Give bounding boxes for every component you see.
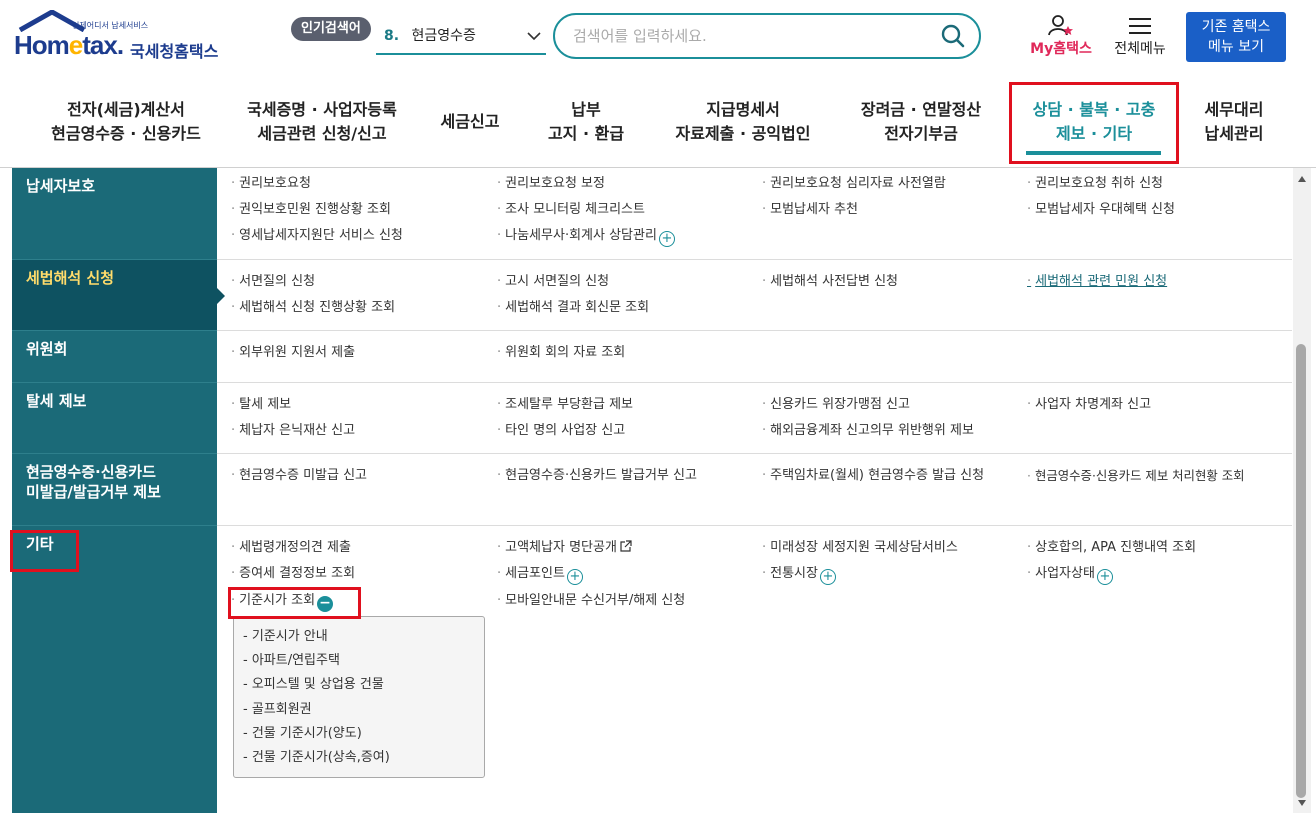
gnb-tax-agent[interactable]: 세무대리 납세관리	[1188, 98, 1280, 146]
menu-link[interactable]: · 조사 모니터링 체크리스트	[497, 201, 645, 219]
hamburger-icon	[1129, 18, 1151, 34]
mega-menu-panel: 납세자보호 세법해석 신청 위원회 탈세 제보 현금영수증·신용카드 미발급/발급…	[10, 168, 1292, 813]
menu-link[interactable]: · 신용카드 위장가맹점 신고	[762, 396, 910, 414]
menu-link[interactable]: · 고액체납자 명단공개	[497, 539, 632, 557]
gnb-payment[interactable]: 납부 고지 · 환급	[536, 98, 636, 146]
category-tax-interpretation[interactable]: 세법해석 신청	[12, 260, 225, 331]
expand-plus-icon[interactable]: +	[658, 231, 675, 247]
legacy-btn-line2: 메뉴 보기	[1208, 39, 1264, 55]
menu-link[interactable]: · 권익보호민원 진행상황 조회	[231, 201, 391, 219]
user-star-icon	[1048, 15, 1073, 36]
search-box	[553, 13, 981, 59]
submenu-item[interactable]: - 건물 기준시가(양도)	[243, 722, 484, 746]
menu-link[interactable]: · 탈세 제보	[231, 396, 291, 414]
menu-link[interactable]: · 모범납세자 우대혜택 신청	[1027, 201, 1175, 219]
menu-link[interactable]: · 사업자 차명계좌 신고	[1027, 396, 1151, 414]
my-hometax-label: My홈택스	[1030, 41, 1092, 57]
row-divider	[217, 382, 1292, 383]
vertical-scrollbar[interactable]	[1293, 168, 1311, 813]
category-column: 납세자보호 세법해석 신청 위원회 탈세 제보 현금영수증·신용카드 미발급/발급…	[12, 168, 225, 813]
menu-link[interactable]: · 영세납세자지원단 서비스 신청	[231, 227, 403, 245]
category-receipt-report[interactable]: 현금영수증·신용카드 미발급/발급거부 제보	[12, 454, 217, 526]
menu-link[interactable]: · 권리보호요청 취하 신청	[1027, 175, 1163, 193]
row-divider	[217, 330, 1292, 331]
search-icon[interactable]	[941, 24, 965, 48]
all-menu-button[interactable]: 전체메뉴	[1108, 14, 1172, 64]
submenu-item[interactable]: - 건물 기준시가(상속,증여)	[243, 746, 484, 770]
menu-link[interactable]: · 주택임차료(월세) 현금영수증 발급 신청	[762, 467, 984, 485]
submenu-item[interactable]: - 골프회원권	[243, 698, 484, 722]
popular-search-select[interactable]: 8. 현금영수증	[376, 22, 546, 55]
menu-link[interactable]: · 세법해석 사전답변 신청	[762, 273, 898, 291]
menu-link[interactable]: · 세법해석 신청 진행상황 조회	[231, 299, 395, 317]
expand-plus-icon[interactable]: +	[566, 569, 583, 585]
highlight-box-gnb	[1009, 82, 1179, 164]
menu-link[interactable]: · 위원회 회의 자료 조회	[497, 344, 625, 362]
menu-link[interactable]: · 서면질의 신청	[231, 273, 315, 291]
menu-link[interactable]: · 전통시장 +	[762, 565, 836, 585]
gnb-statements[interactable]: 지급명세서 자료제출 · 공익법인	[660, 98, 826, 146]
menu-link[interactable]: · 타인 명의 사업장 신고	[497, 422, 625, 440]
scroll-down-arrow-icon[interactable]	[1298, 800, 1306, 806]
gnb-incentives[interactable]: 장려금 · 연말정산 전자기부금	[845, 98, 997, 146]
row-divider	[217, 259, 1292, 260]
menu-link[interactable]: · 세법령개정의견 제출	[231, 539, 351, 557]
menu-link[interactable]: · 세법해석 결과 회신문 조회	[497, 299, 649, 317]
submenu-item[interactable]: - 오피스텔 및 상업용 건물	[243, 673, 484, 697]
popular-search-badge: 인기검색어	[291, 17, 371, 41]
menu-link[interactable]: · 현금영수증·신용카드 제보 처리현황 조회	[1027, 467, 1245, 485]
menu-link[interactable]: · 체납자 은닉재산 신고	[231, 422, 355, 440]
popular-rank: 8.	[384, 28, 400, 44]
menu-link[interactable]: · 모범납세자 추천	[762, 201, 858, 219]
row-divider	[217, 525, 1292, 526]
standard-price-submenu: - 기준시가 안내 - 아파트/연립주택 - 오피스텔 및 상업용 건물 - 골…	[233, 616, 485, 778]
logo-brand-kr: 국세청홈택스	[130, 42, 219, 61]
search-input[interactable]	[573, 25, 933, 47]
expand-plus-icon[interactable]: +	[819, 569, 836, 585]
menu-link[interactable]: · 조세탈루 부당환급 제보	[497, 396, 633, 414]
active-arrow	[217, 288, 225, 304]
hometax-logo[interactable]: 언제어디서 납세서비스 Hometax. 국세청홈택스	[14, 10, 234, 66]
row-divider	[217, 453, 1292, 454]
highlight-box-standard-price	[228, 587, 361, 619]
category-taxpayer-protection[interactable]: 납세자보호	[12, 168, 217, 260]
scrollbar-thumb[interactable]	[1296, 344, 1306, 798]
header: 언제어디서 납세서비스 Hometax. 국세청홈택스 인기검색어 8. 현금영…	[0, 0, 1316, 168]
menu-link[interactable]: · 권리보호요청 심리자료 사전열람	[762, 175, 946, 193]
menu-link[interactable]: · 상호합의, APA 진행내역 조회	[1027, 539, 1196, 557]
external-link-icon	[620, 540, 632, 552]
menu-link[interactable]: · 증여세 결정정보 조회	[231, 565, 355, 583]
menu-link-underlined[interactable]: · 세법해석 관련 민원 신청	[1027, 273, 1167, 291]
my-hometax-button[interactable]: My홈택스	[1024, 14, 1098, 64]
scroll-up-arrow-icon[interactable]	[1298, 176, 1306, 182]
gnb-certificates[interactable]: 국세증명 · 사업자등록 세금관련 신청/신고	[224, 98, 420, 146]
menu-link[interactable]: · 고시 서면질의 신청	[497, 273, 609, 291]
submenu-item[interactable]: - 아파트/연립주택	[243, 649, 484, 673]
menu-link[interactable]: · 모바일안내문 수신거부/해제 신청	[497, 592, 685, 610]
highlight-box-etc	[10, 530, 79, 572]
category-committee[interactable]: 위원회	[12, 331, 217, 383]
menu-link[interactable]: · 해외금융계좌 신고의무 위반행위 제보	[762, 422, 974, 440]
submenu-item[interactable]: - 기준시가 안내	[243, 625, 484, 649]
category-tax-evasion-report[interactable]: 탈세 제보	[12, 383, 217, 454]
popular-term: 현금영수증	[411, 28, 476, 44]
logo-brand-en: Hometax.	[14, 30, 124, 60]
all-menu-label: 전체메뉴	[1114, 41, 1166, 57]
menu-link[interactable]: · 외부위원 지원서 제출	[231, 344, 355, 362]
legacy-menu-button[interactable]: 기존 홈택스 메뉴 보기	[1186, 12, 1286, 62]
menu-link[interactable]: · 세금포인트 +	[497, 565, 583, 585]
menu-link[interactable]: · 권리보호요청	[231, 175, 311, 193]
menu-link[interactable]: · 나눔세무사·회계사 상담관리 +	[497, 227, 675, 247]
menu-link[interactable]: · 사업자상태 +	[1027, 565, 1113, 585]
menu-link[interactable]: · 미래성장 세정지원 국세상담서비스	[762, 539, 958, 557]
expand-plus-icon[interactable]: +	[1096, 569, 1113, 585]
menu-link[interactable]: · 권리보호요청 보정	[497, 175, 605, 193]
gnb-tax-filing[interactable]: 세금신고	[428, 110, 512, 134]
gnb-e-invoice[interactable]: 전자(세금)계산서 현금영수증 · 신용카드	[33, 98, 219, 146]
menu-link[interactable]: · 현금영수증 미발급 신고	[231, 467, 367, 485]
menu-link[interactable]: · 현금영수증·신용카드 발급거부 신고	[497, 467, 697, 485]
legacy-btn-line1: 기존 홈택스	[1201, 19, 1271, 35]
chevron-down-icon	[527, 32, 541, 41]
